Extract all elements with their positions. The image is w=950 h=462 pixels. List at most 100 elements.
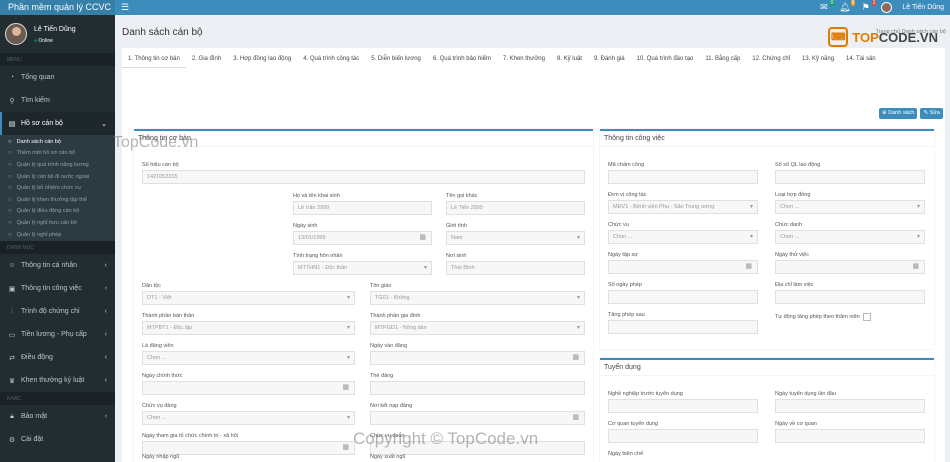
- sidebar-subitem[interactable]: ○ Quản lý bổ nhiệm chức vụ: [0, 182, 115, 194]
- personal-class-select[interactable]: MTPBT1 - Độc lập: [142, 321, 355, 335]
- first-hire-date-input[interactable]: [775, 399, 925, 413]
- union-position-input[interactable]: [370, 441, 585, 455]
- tab-basic-info[interactable]: 1. Thông tin cơ bản: [122, 48, 186, 68]
- title-select[interactable]: Chọn ...: [775, 230, 925, 244]
- menu-toggle-icon[interactable]: ☰: [121, 2, 129, 13]
- sidebar-subitem[interactable]: ○ Thêm mới hồ sơ cán bộ: [0, 148, 115, 160]
- prior-job-input[interactable]: [608, 399, 758, 413]
- edit-button[interactable]: ✎ Sửa: [920, 108, 943, 119]
- timekeeping-code-input[interactable]: [608, 170, 758, 184]
- content-area: Danh sách cán bộ Trang chủ Danh sách cán…: [115, 15, 950, 462]
- chevron-down-icon: ⌄: [101, 120, 107, 128]
- sidebar-item-search[interactable]: ⚲ Tìm kiếm: [0, 89, 115, 112]
- org-join-date-input[interactable]: [142, 441, 355, 455]
- party-position-select[interactable]: Chọn ...: [142, 411, 355, 425]
- position-select[interactable]: Chọn ...: [608, 230, 758, 244]
- sidebar-item-dashboard[interactable]: ◔ Tổng quan: [0, 66, 115, 89]
- sidebar-item-rewards[interactable]: ♛ Khen thưởng kỷ luật ‹: [0, 369, 115, 392]
- tab-work-history[interactable]: 4. Quá trình công tác: [297, 48, 365, 68]
- leave-days-input[interactable]: [608, 290, 758, 304]
- bell-icon[interactable]: 🔔︎ 6: [839, 0, 856, 13]
- party-card-field: Thẻ đảng: [370, 373, 585, 395]
- tab-family[interactable]: 2. Gia đình: [186, 48, 227, 68]
- work-unit-select[interactable]: MĐV1 - Bệnh viện Phụ - Sản Trung ương: [608, 200, 758, 214]
- alias-input[interactable]: Lê Tiến 2999: [446, 201, 585, 215]
- tab-assets[interactable]: 14. Tài sản: [840, 48, 882, 68]
- user-status-text: Online: [38, 38, 53, 44]
- party-position-field: Chức vụ đảng Chọn ...: [142, 403, 355, 425]
- gender-select[interactable]: Nam: [446, 231, 585, 245]
- enlist-date-field: Ngày nhập ngũ: [142, 454, 180, 460]
- birth-name-input[interactable]: Lê Văn 2999: [293, 201, 432, 215]
- chevron-left-icon: ‹: [104, 262, 107, 270]
- circle-icon: ○: [8, 219, 12, 226]
- birthplace-input[interactable]: Thái Bình: [446, 261, 585, 275]
- sidebar-item-transfer[interactable]: ⇄ Điều động ‹: [0, 346, 115, 369]
- party-member-select[interactable]: Chọn ...: [142, 351, 355, 365]
- probation-date-input[interactable]: [608, 260, 758, 274]
- marital-select[interactable]: MTTHN1 - Độc thân: [293, 261, 432, 275]
- party-join-date-input[interactable]: [370, 351, 585, 365]
- sidebar-subitem[interactable]: ○ Quản lý quá trình năng lương: [0, 159, 115, 171]
- panel-title: Tuyển dụng: [600, 360, 934, 376]
- auto-leave-checkbox[interactable]: [862, 312, 871, 321]
- trial-date-input[interactable]: [775, 260, 925, 274]
- contract-type-select[interactable]: Chọn ...: [775, 200, 925, 214]
- mail-icon[interactable]: ✉ 0: [818, 0, 835, 13]
- top-user-name[interactable]: Lê Tiến Dũng: [902, 4, 944, 11]
- hiring-agency-input[interactable]: [608, 429, 758, 443]
- religion-select[interactable]: TG01 - Không: [370, 291, 585, 305]
- sidebar-item-certificates[interactable]: ⫶ Trình độ chứng chỉ ‹: [0, 300, 115, 323]
- tab-salary-history[interactable]: 5. Diễn biến lương: [365, 48, 427, 68]
- birthdate-input[interactable]: 13/01/1999: [293, 231, 432, 245]
- sidebar-item-personal-info[interactable]: ☺ Thông tin cá nhân ‹: [0, 254, 115, 277]
- panel-title: Thông tin công việc: [600, 131, 934, 147]
- sidebar-subitem[interactable]: ○ Quản lý nghỉ phép: [0, 229, 115, 241]
- party-card-input[interactable]: [370, 381, 585, 395]
- leave-increase-input[interactable]: [608, 320, 758, 334]
- tab-skills[interactable]: 13. Kỹ năng: [796, 48, 840, 68]
- app-title[interactable]: Phần mềm quản lý CCVC: [0, 0, 115, 15]
- dashboard-icon: ◔: [9, 74, 15, 81]
- sidebar-subitem[interactable]: ○ Quản lý điều động cán bộ: [0, 206, 115, 218]
- top-user-avatar[interactable]: [881, 2, 893, 13]
- trial-date-field: Ngày thử việc: [775, 252, 925, 274]
- birth-name-field: Họ và tên khai sinh Lê Văn 2999: [293, 193, 432, 215]
- list-button[interactable]: ⊕ Danh sách: [879, 108, 918, 119]
- certificate-icon: ⫶: [11, 307, 13, 315]
- sidebar-subitem[interactable]: ○ Danh sách cán bộ: [0, 136, 115, 148]
- birthdate-field: Ngày sinh 13/01/1999: [293, 223, 432, 245]
- staff-code-input[interactable]: 1421053315: [142, 170, 585, 184]
- folder-icon: ▤: [8, 120, 16, 128]
- tab-rewards[interactable]: 7. Khen thưởng: [497, 48, 551, 68]
- family-class-select[interactable]: MTPGD1 - Nông dân: [370, 321, 585, 335]
- sidebar-subitem[interactable]: ○ Quản lý nghỉ hưu cán bộ: [0, 217, 115, 229]
- union-position-field: Chức vụ đoàn: [370, 433, 585, 455]
- tab-evaluation[interactable]: 9. Đánh giá: [588, 48, 631, 68]
- official-date-input[interactable]: [142, 381, 355, 395]
- tab-degrees[interactable]: 11. Bằng cấp: [699, 48, 746, 68]
- tab-certificates[interactable]: 12. Chứng chỉ: [746, 48, 796, 68]
- personal-class-field: Thành phần bản thân MTPBT1 - Độc lập: [142, 313, 355, 335]
- sidebar-item-salary[interactable]: ▭ Tiền lương - Phụ cấp ‹: [0, 323, 115, 346]
- labor-book-input[interactable]: [775, 170, 925, 184]
- sidebar-item-security[interactable]: 🔒︎ Bảo mật ‹: [0, 405, 115, 428]
- chevron-left-icon: ‹: [104, 354, 107, 362]
- sidebar-item-work-info[interactable]: ▣ Thông tin công việc ‹: [0, 277, 115, 300]
- sidebar-subitem[interactable]: ○ Quản lý cán bộ đi nước ngoài: [0, 171, 115, 183]
- tab-discipline[interactable]: 8. Kỷ luật: [551, 48, 588, 68]
- work-address-input[interactable]: [775, 290, 925, 304]
- ethnicity-select[interactable]: DT1 - Việt: [142, 291, 355, 305]
- sidebar: Lê Tiến Dũng ● Online MENU ◔ Tổng quan ⚲ T…: [0, 15, 115, 462]
- tab-training[interactable]: 10. Quá trình đào tạo: [631, 48, 700, 68]
- tab-insurance[interactable]: 6. Quá trình bảo hiểm: [427, 48, 497, 68]
- tab-labor-contract[interactable]: 3. Hợp đồng lao động: [227, 48, 297, 68]
- sidebar-item-settings[interactable]: ⚙ Cài đặt: [0, 428, 115, 451]
- flag-icon[interactable]: ⚑ 1: [860, 0, 877, 13]
- sidebar-item-staff-records[interactable]: ▤ Hồ sơ cán bộ ⌄: [0, 112, 115, 135]
- arrival-date-input[interactable]: [775, 429, 925, 443]
- logo-icon: ⌨: [828, 27, 849, 47]
- title-field: Chức danh Chọn ...: [775, 222, 925, 244]
- sidebar-subitem[interactable]: ○ Quản lý khen thưởng tập thể: [0, 194, 115, 206]
- party-join-place-input[interactable]: [370, 411, 585, 425]
